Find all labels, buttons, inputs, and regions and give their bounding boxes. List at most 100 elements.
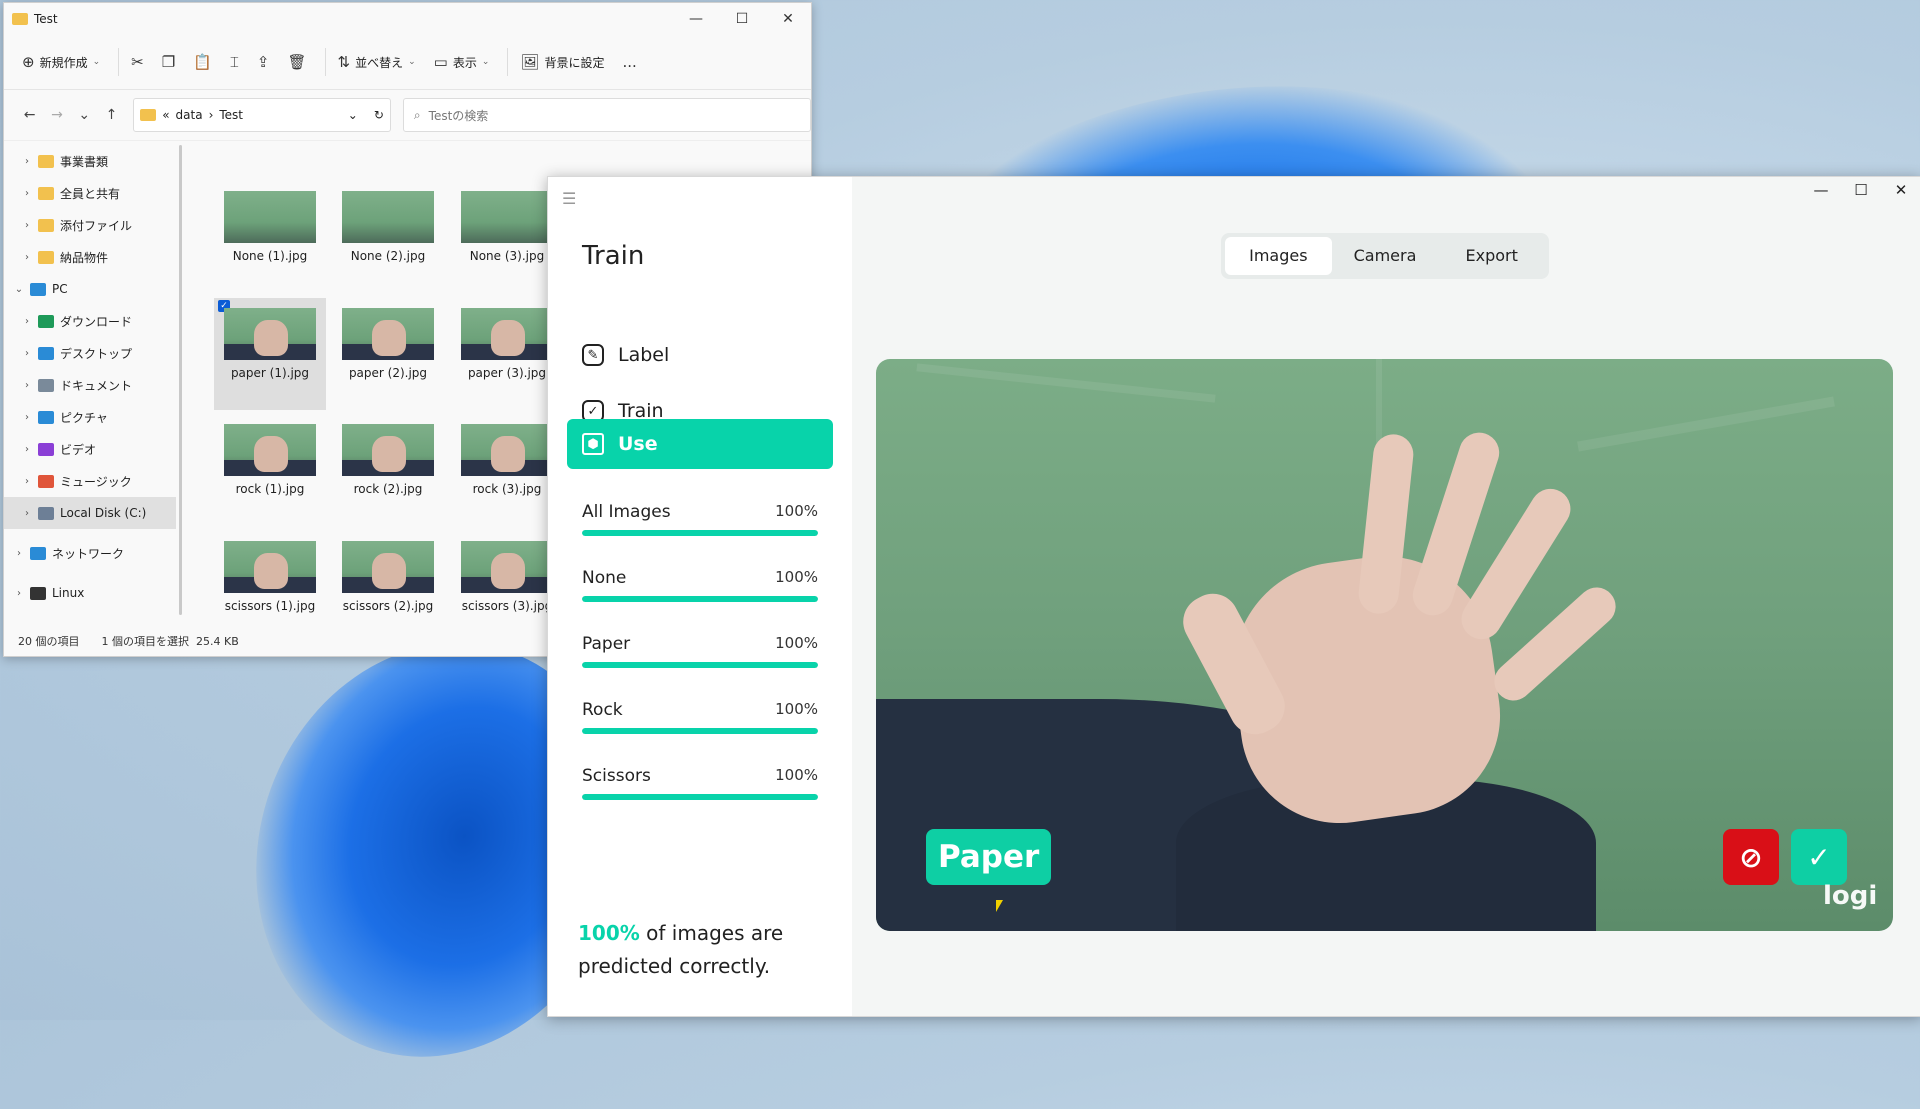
- class-percent: 100%: [775, 568, 818, 586]
- file-item[interactable]: rock (1).jpg: [214, 414, 326, 526]
- chevron-right-icon[interactable]: ›: [16, 412, 38, 423]
- tab-export[interactable]: Export: [1438, 237, 1545, 275]
- folder-icon: [38, 442, 54, 456]
- paste-button[interactable]: 📋: [193, 53, 212, 71]
- view-button[interactable]: ▭ 表示 ⌄: [434, 53, 490, 71]
- prohibited-icon: ⊘: [1739, 840, 1763, 874]
- delete-button[interactable]: 🗑: [287, 53, 306, 71]
- nav-item[interactable]: › 事業書類: [4, 145, 176, 177]
- chevron-down-icon: ⌄: [481, 57, 490, 67]
- scrollbar[interactable]: [179, 145, 182, 615]
- maximize-button[interactable]: ☐: [719, 11, 765, 27]
- folder-icon: [30, 282, 46, 296]
- chevron-right-icon[interactable]: ›: [16, 444, 38, 455]
- chevron-down-icon[interactable]: ⌄: [348, 108, 358, 122]
- file-item[interactable]: rock (2).jpg: [332, 414, 444, 526]
- image-icon: 🖼: [520, 53, 540, 71]
- forward-arrow-icon[interactable]: →: [43, 107, 70, 123]
- chevron-right-icon[interactable]: ›: [16, 220, 38, 231]
- class-accuracy-all-images: All Images 100%: [582, 502, 818, 536]
- minimize-button[interactable]: —: [673, 11, 719, 27]
- back-arrow-icon[interactable]: ←: [16, 107, 43, 123]
- sort-button[interactable]: ⇅ 並べ替え ⌄: [338, 53, 416, 71]
- nav-item[interactable]: ⌄ PC: [4, 273, 176, 305]
- reject-button[interactable]: ⊘: [1723, 829, 1779, 885]
- chevron-right-icon[interactable]: ›: [16, 252, 38, 263]
- menu-item-label[interactable]: ✎ Label: [582, 332, 832, 378]
- search-input[interactable]: ⌕ Testの検索: [402, 98, 811, 132]
- nav-item[interactable]: › デスクトップ: [4, 337, 176, 369]
- mouse-cursor: [996, 900, 1003, 912]
- file-item[interactable]: ✓ paper (1).jpg: [214, 298, 326, 410]
- copy-button[interactable]: ❐: [162, 53, 175, 71]
- thumbnail-image: [342, 308, 434, 360]
- nav-item[interactable]: › Local Disk (C:): [4, 497, 176, 529]
- file-item[interactable]: paper (2).jpg: [332, 298, 444, 410]
- menu-item-use[interactable]: ⬢ Use: [567, 419, 833, 469]
- refresh-icon[interactable]: ↻: [374, 108, 384, 122]
- hamburger-menu-icon[interactable]: ☰: [562, 189, 576, 208]
- share-icon: ⇪: [256, 53, 270, 71]
- maximize-button[interactable]: ☐: [1841, 181, 1881, 199]
- chevron-right-icon[interactable]: ›: [16, 316, 38, 327]
- page-title: Train: [582, 241, 645, 271]
- chevron-right-icon[interactable]: ›: [16, 476, 38, 487]
- rename-icon: ⌶: [229, 53, 239, 71]
- paste-icon: 📋: [193, 53, 212, 71]
- chevron-right-icon[interactable]: ›: [16, 380, 38, 391]
- recent-chevron-icon[interactable]: ⌄: [71, 107, 98, 123]
- close-button[interactable]: ✕: [765, 11, 811, 27]
- selected-size: 25.4 KB: [196, 635, 239, 648]
- nav-item[interactable]: › ドキュメント: [4, 369, 176, 401]
- file-item[interactable]: None (1).jpg: [214, 181, 326, 293]
- nav-item[interactable]: › ピクチャ: [4, 401, 176, 433]
- nav-item[interactable]: › Linux: [4, 577, 176, 609]
- folder-icon: [38, 154, 54, 168]
- up-arrow-icon[interactable]: ↑: [98, 107, 125, 123]
- file-name: None (2).jpg: [350, 249, 426, 263]
- set-background-button[interactable]: 🖼 背景に設定: [520, 53, 604, 71]
- tab-camera[interactable]: Camera: [1332, 237, 1439, 275]
- new-button[interactable]: ⊕ 新規作成 ⌄: [22, 53, 100, 71]
- folder-icon: [38, 250, 54, 264]
- chevron-right-icon[interactable]: ›: [16, 156, 38, 167]
- minimize-button[interactable]: —: [1801, 181, 1841, 199]
- chevron-down-icon: ⌄: [408, 57, 416, 67]
- item-count: 20 個の項目: [18, 635, 80, 648]
- accuracy-percent: 100%: [578, 921, 640, 945]
- folder-icon: [38, 378, 54, 392]
- breadcrumb-test[interactable]: Test: [219, 108, 243, 122]
- thumbnail-image: [461, 424, 553, 476]
- thumbnail-image: [461, 541, 553, 593]
- chevron-right-icon[interactable]: ›: [8, 588, 30, 599]
- chevron-right-icon[interactable]: ›: [16, 508, 38, 519]
- nav-item[interactable]: › ダウンロード: [4, 305, 176, 337]
- chevron-right-icon[interactable]: ›: [16, 348, 38, 359]
- file-item[interactable]: scissors (2).jpg: [332, 531, 444, 626]
- close-button[interactable]: ✕: [1881, 181, 1920, 199]
- address-row: ← → ⌄ ↑ « data › Test ⌄ ↻ ⌕ Testの検索: [4, 90, 811, 141]
- chevron-right-icon[interactable]: ›: [16, 188, 38, 199]
- rename-button[interactable]: ⌶: [230, 53, 239, 71]
- accept-button[interactable]: ✓: [1791, 829, 1847, 885]
- share-button[interactable]: ⇪: [257, 53, 270, 71]
- tab-images[interactable]: Images: [1225, 237, 1332, 275]
- thumbnail-image: [224, 424, 316, 476]
- nav-item[interactable]: › ビデオ: [4, 433, 176, 465]
- address-bar[interactable]: « data › Test ⌄ ↻: [133, 98, 391, 132]
- nav-item[interactable]: › 添付ファイル: [4, 209, 176, 241]
- breadcrumb-data[interactable]: data: [176, 108, 203, 122]
- view-icon: ▭: [433, 53, 448, 71]
- file-item[interactable]: None (2).jpg: [332, 181, 444, 293]
- more-button[interactable]: ...: [622, 53, 636, 71]
- nav-item[interactable]: › ネットワーク: [4, 537, 176, 569]
- file-item[interactable]: scissors (1).jpg: [214, 531, 326, 626]
- chevron-down-icon: ⌄: [92, 57, 101, 67]
- nav-item[interactable]: › 納品物件: [4, 241, 176, 273]
- chevron-down-icon[interactable]: ⌄: [8, 284, 30, 295]
- cut-button[interactable]: ✂: [131, 53, 144, 71]
- nav-item[interactable]: › 全員と共有: [4, 177, 176, 209]
- scissors-icon: ✂: [131, 53, 144, 71]
- nav-item[interactable]: › ミュージック: [4, 465, 176, 497]
- chevron-right-icon[interactable]: ›: [8, 548, 30, 559]
